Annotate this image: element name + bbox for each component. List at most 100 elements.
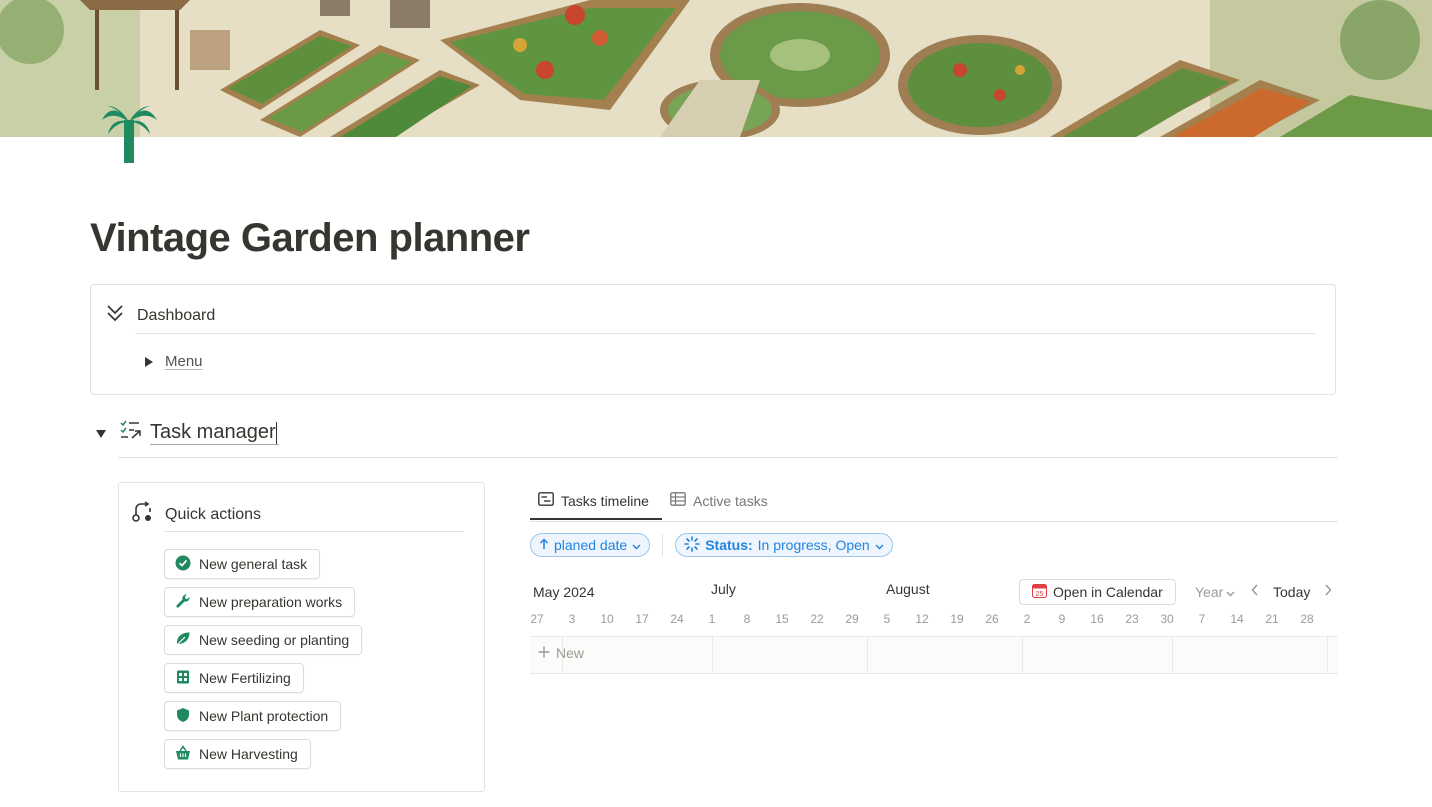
status-filter-chip[interactable]: Status: In progress, Open — [675, 533, 893, 557]
new-label: New — [556, 645, 585, 661]
button-label: New Fertilizing — [199, 670, 291, 686]
month-label: August — [886, 581, 930, 597]
divider — [135, 333, 1315, 334]
calendar-day: 25 — [1036, 591, 1044, 598]
tab-label: Active tasks — [693, 492, 768, 509]
new-plant-protection-button[interactable]: New Plant protection — [164, 701, 342, 731]
sort-label: planed date — [554, 537, 628, 553]
day-tick-label: 27 — [530, 612, 544, 626]
view-tabs: Tasks timeline Active tasks — [530, 482, 1338, 522]
button-label: New Plant protection — [199, 708, 329, 724]
month-label: May 2024 — [533, 584, 595, 600]
menu-toggle[interactable]: Menu — [145, 353, 203, 370]
day-tick-label: 3 — [568, 612, 576, 626]
divider — [165, 531, 464, 532]
today-button[interactable]: Today — [1273, 584, 1310, 600]
day-tick-label: 26 — [985, 612, 999, 626]
menu-link[interactable]: Menu — [165, 353, 203, 370]
page-title[interactable]: Vintage Garden planner — [90, 216, 530, 261]
day-tick-label: 12 — [915, 612, 929, 626]
month-divider — [1022, 637, 1023, 673]
shield-icon — [175, 707, 191, 726]
chevron-down-icon — [632, 537, 641, 553]
day-tick-label: 30 — [1160, 612, 1174, 626]
calendar-icon: 25 — [1032, 583, 1047, 601]
leaf-icon — [175, 631, 191, 650]
day-tick-label: 17 — [635, 612, 649, 626]
timeline-icon — [538, 492, 554, 509]
button-label: New Harvesting — [199, 746, 298, 762]
quick-actions-title: Quick actions — [165, 505, 262, 523]
cover-image — [0, 0, 1432, 137]
new-general-task-button[interactable]: New general task — [164, 549, 321, 579]
timeline-new-button[interactable]: New — [538, 645, 584, 661]
triangle-down-icon[interactable] — [96, 430, 106, 438]
grid-icon — [175, 669, 191, 688]
tab-active-tasks[interactable]: Active tasks — [670, 492, 768, 509]
open-in-calendar-button[interactable]: 25 Open in Calendar — [1019, 579, 1176, 605]
tab-tasks-timeline[interactable]: Tasks timeline — [538, 492, 649, 509]
new-seeding-or-planting-button[interactable]: New seeding or planting — [164, 625, 363, 655]
filter-bar: planed date Status: In progress, Open — [530, 533, 893, 557]
button-label: New general task — [199, 556, 308, 572]
double-chevron-down-icon — [105, 303, 125, 328]
dashboard-title: Dashboard — [137, 306, 216, 324]
quick-actions-panel: Quick actions New general task New prepa… — [118, 482, 485, 792]
task-manager-title[interactable]: Task manager — [150, 420, 279, 445]
new-preparation-works-button[interactable]: New preparation works — [164, 587, 356, 617]
month-divider — [712, 637, 713, 673]
day-tick-label: 21 — [1265, 612, 1279, 626]
dashboard-callout: Dashboard Menu — [90, 284, 1336, 395]
quick-actions-list: New general task New preparation works N… — [164, 549, 363, 769]
chevron-down-icon — [1226, 584, 1235, 600]
new-fertilizing-button[interactable]: New Fertilizing — [164, 663, 304, 693]
basket-icon — [175, 744, 191, 764]
workflow-icon — [131, 501, 153, 528]
garden-illustration — [0, 0, 1432, 137]
new-harvesting-button[interactable]: New Harvesting — [164, 739, 311, 769]
day-tick-label: 28 — [1300, 612, 1314, 626]
chevron-left-icon[interactable] — [1251, 583, 1259, 599]
table-icon — [670, 492, 686, 509]
month-label: July — [711, 581, 736, 597]
triangle-right-icon[interactable] — [145, 356, 153, 367]
day-tick-label: 24 — [670, 612, 684, 626]
day-tick-label: 19 — [950, 612, 964, 626]
chevron-right-icon[interactable] — [1324, 583, 1332, 599]
open-calendar-label: Open in Calendar — [1053, 584, 1163, 600]
text-caret — [275, 421, 277, 444]
day-tick-label: 2 — [1023, 612, 1031, 626]
tab-label: Tasks timeline — [561, 492, 649, 509]
month-divider — [1327, 637, 1328, 673]
palm-tree-icon[interactable] — [100, 102, 160, 164]
day-tick-label: 10 — [600, 612, 614, 626]
plus-icon — [538, 645, 550, 661]
check-circle-icon — [175, 555, 191, 574]
status-key: Status: — [705, 537, 753, 553]
day-tick-label: 29 — [845, 612, 859, 626]
month-divider — [1172, 637, 1173, 673]
timeline-scale-select[interactable]: Year — [1195, 584, 1235, 600]
timeline-view: May 2024 July August 25 Open in Calendar… — [530, 576, 1338, 676]
month-divider — [867, 637, 868, 673]
sort-chip[interactable]: planed date — [530, 533, 651, 557]
divider — [118, 457, 1338, 458]
day-tick-label: 22 — [810, 612, 824, 626]
day-tick-label: 16 — [1090, 612, 1104, 626]
task-manager-toggle[interactable]: Task manager — [96, 420, 279, 445]
task-manager-title-text[interactable]: Task manager — [150, 421, 276, 443]
wrench-icon — [175, 593, 191, 612]
quick-actions-header: Quick actions — [131, 501, 261, 528]
day-tick-label: 5 — [883, 612, 891, 626]
button-label: New seeding or planting — [199, 632, 350, 648]
active-tab-indicator — [530, 518, 662, 520]
dashboard-header: Dashboard — [105, 303, 215, 328]
button-label: New preparation works — [199, 594, 343, 610]
status-value: In progress, Open — [757, 537, 870, 553]
day-tick-label: 9 — [1058, 612, 1066, 626]
scale-label: Year — [1195, 584, 1224, 600]
timeline-row[interactable] — [530, 637, 1338, 674]
divider — [662, 534, 664, 556]
chevron-down-icon — [875, 537, 884, 553]
checklist-arrow-icon — [120, 420, 142, 445]
